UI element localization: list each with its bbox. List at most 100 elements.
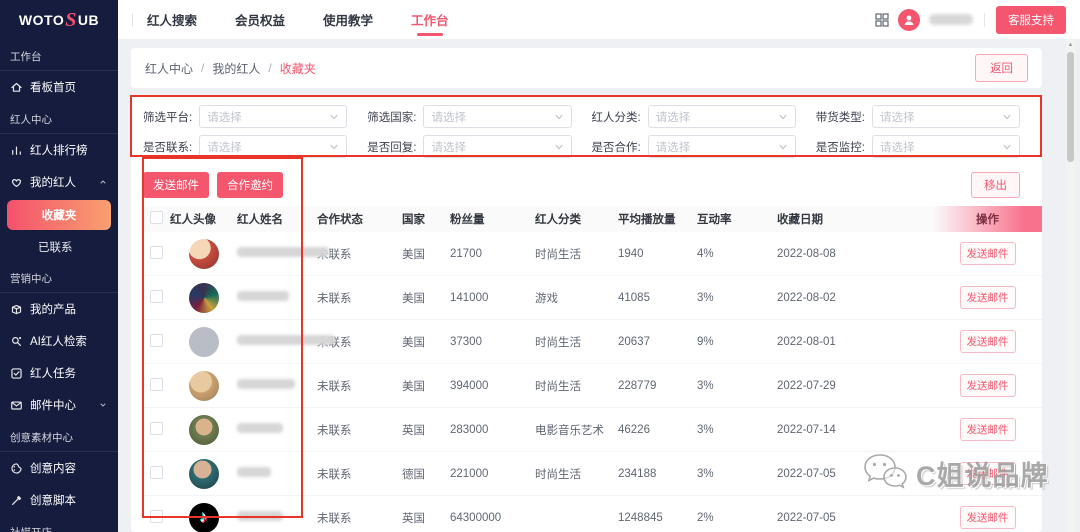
tab-使用教学[interactable]: 使用教学 (321, 0, 375, 40)
hub-s-icon: S (65, 8, 77, 31)
favorite-date: 2022-07-29 (777, 379, 836, 392)
cooperation-status: 未联系 (317, 512, 352, 525)
filter-select-带货类型[interactable]: 请选择 (871, 105, 1020, 128)
tab-红人搜索[interactable]: 红人搜索 (145, 0, 199, 40)
engagement-rate: 3% (697, 423, 714, 436)
back-button[interactable]: 返回 (975, 54, 1028, 82)
tab-工作台[interactable]: 工作台 (409, 0, 451, 40)
scrollbar[interactable]: ▲ (1066, 40, 1075, 532)
filter-label: 筛选平台: (143, 111, 193, 124)
row-checkbox[interactable] (150, 421, 163, 435)
select-all-checkbox[interactable] (150, 211, 163, 224)
table-row: 未联系 美国 141000 游戏 41085 3% 2022-08-02 发送邮件 (143, 276, 1042, 320)
remove-button[interactable]: 移出 (971, 172, 1020, 198)
task-icon (10, 367, 23, 380)
favorite-date: 2022-08-01 (777, 335, 836, 348)
influencer-avatar (188, 414, 219, 445)
filter-label: 是否联系: (143, 141, 193, 154)
send-email-row-button[interactable]: 发送邮件 (959, 506, 1016, 529)
favorite-date: 2022-08-02 (777, 291, 836, 304)
filter-field-是否联系: 是否联系: 请选择 (143, 135, 348, 158)
influencer-table: 红人头像 红人姓名 合作状态 国家 粉丝量 红人分类 平均播放量 互动率 收藏日期 操作 未联系美… (143, 206, 1042, 532)
sidebar-item-邮件中心[interactable]: 邮件中心 (0, 389, 118, 421)
filter-label: 红人分类: (591, 111, 641, 124)
script-icon (10, 494, 23, 507)
select-placeholder: 请选择 (655, 111, 691, 124)
chevron-down-icon (779, 144, 787, 149)
sidebar-item-红人排行榜[interactable]: 红人排行榜 (0, 134, 118, 166)
table-row: 未联系 英国 283000 电影音乐艺术 46226 3% 2022-07-14 发送邮件 (143, 408, 1042, 452)
influencer-category: 时尚生活 (535, 468, 581, 481)
filter-select-是否回复[interactable]: 请选择 (423, 135, 572, 158)
sidebar-item-看板首页[interactable]: 看板首页 (0, 71, 118, 103)
send-email-row-button[interactable]: 发送邮件 (959, 330, 1016, 353)
filter-select-是否监控[interactable]: 请选择 (871, 135, 1020, 158)
sidebar-item-label: AI红人检索 (30, 336, 87, 348)
filter-field-是否合作: 是否合作: 请选择 (592, 135, 796, 158)
favorite-date: 2022-07-05 (777, 467, 836, 480)
send-email-row-button[interactable]: 发送邮件 (959, 286, 1016, 309)
scrollbar-up-arrow[interactable]: ▲ (1066, 40, 1075, 50)
sidebar-section-label: 红人中心 (10, 114, 52, 126)
breadcrumb-item-我的红人[interactable]: 我的红人 (212, 60, 260, 77)
country: 美国 (402, 336, 425, 349)
send-email-button[interactable]: 发送邮件 (143, 172, 209, 198)
sidebar-item-AI红人检索[interactable]: AI红人检索 (0, 325, 118, 357)
sidebar-item-label: 看板首页 (30, 82, 76, 94)
filter-select-是否联系[interactable]: 请选择 (199, 135, 348, 158)
followers-count: 221000 (450, 467, 489, 480)
send-email-row-button[interactable]: 发送邮件 (959, 462, 1016, 485)
row-checkbox[interactable] (150, 245, 163, 259)
filter-bar: 筛选平台: 请选择 筛选国家: 请选择 红人分类: 请选择 带货类型: 请选择 是否联系: 请选择… (131, 95, 1042, 164)
favorite-date: 2022-08-08 (777, 247, 836, 260)
sidebar-section-label: 营销中心 (10, 273, 52, 285)
row-checkbox[interactable] (150, 509, 163, 523)
scrollbar-thumb[interactable] (1067, 52, 1074, 162)
apps-grid-icon[interactable] (875, 12, 889, 27)
sidebar-item-label: 创意脚本 (30, 495, 76, 507)
sidebar-subitem-已联系[interactable]: 已联系 (0, 232, 118, 262)
country: 美国 (402, 380, 425, 393)
influencer-name-masked (237, 379, 295, 389)
table-row: ♪ 未联系 英国 64300000 1248845 2% 2022-07-05 发送邮件 (143, 496, 1042, 532)
row-checkbox[interactable] (150, 289, 163, 303)
avg-views: 234188 (618, 467, 657, 480)
user-avatar[interactable] (898, 8, 920, 31)
sidebar-item-我的红人[interactable]: 我的红人 (0, 166, 118, 198)
engagement-rate: 4% (697, 247, 714, 260)
tab-会员权益[interactable]: 会员权益 (233, 0, 287, 40)
filter-field-筛选平台: 筛选平台: 请选择 (143, 105, 348, 128)
select-placeholder: 请选择 (207, 111, 242, 124)
sidebar-subitem-收藏夹[interactable]: 收藏夹 (7, 200, 111, 230)
followers-count: 283000 (450, 423, 489, 436)
invite-cooperation-button[interactable]: 合作邀约 (217, 172, 283, 198)
sidebar-item-我的产品[interactable]: 我的产品 (0, 293, 118, 325)
send-email-row-button[interactable]: 发送邮件 (959, 242, 1016, 265)
logo-text-right: UB (77, 12, 100, 28)
filter-select-筛选国家[interactable]: 请选择 (423, 105, 572, 128)
ranking-icon (10, 144, 23, 157)
breadcrumb-item-红人中心[interactable]: 红人中心 (145, 60, 193, 77)
username-masked (929, 14, 973, 25)
country: 英国 (402, 512, 425, 525)
sidebar-section-label: 社媒开店 (0, 516, 118, 532)
support-button[interactable]: 客服支持 (996, 5, 1066, 34)
sidebar-item-创意脚本[interactable]: 创意脚本 (0, 484, 118, 516)
sidebar-item-红人任务[interactable]: 红人任务 (0, 357, 118, 389)
filter-label: 是否监控: (815, 141, 865, 154)
row-checkbox[interactable] (150, 377, 163, 391)
send-email-row-button[interactable]: 发送邮件 (959, 374, 1016, 397)
filter-field-红人分类: 红人分类: 请选择 (592, 105, 796, 128)
column-header-国家: 国家 (402, 214, 425, 226)
breadcrumb-separator: / (268, 61, 272, 75)
country: 美国 (402, 248, 425, 261)
row-checkbox[interactable] (150, 465, 163, 479)
filter-select-红人分类[interactable]: 请选择 (647, 105, 796, 128)
sidebar-item-创意内容[interactable]: 创意内容 (0, 452, 118, 484)
filter-select-是否合作[interactable]: 请选择 (647, 135, 796, 158)
row-checkbox[interactable] (150, 333, 163, 347)
topbar-divider (132, 12, 133, 27)
filter-select-筛选平台[interactable]: 请选择 (199, 105, 348, 128)
home-icon (10, 81, 23, 94)
send-email-row-button[interactable]: 发送邮件 (959, 418, 1016, 441)
